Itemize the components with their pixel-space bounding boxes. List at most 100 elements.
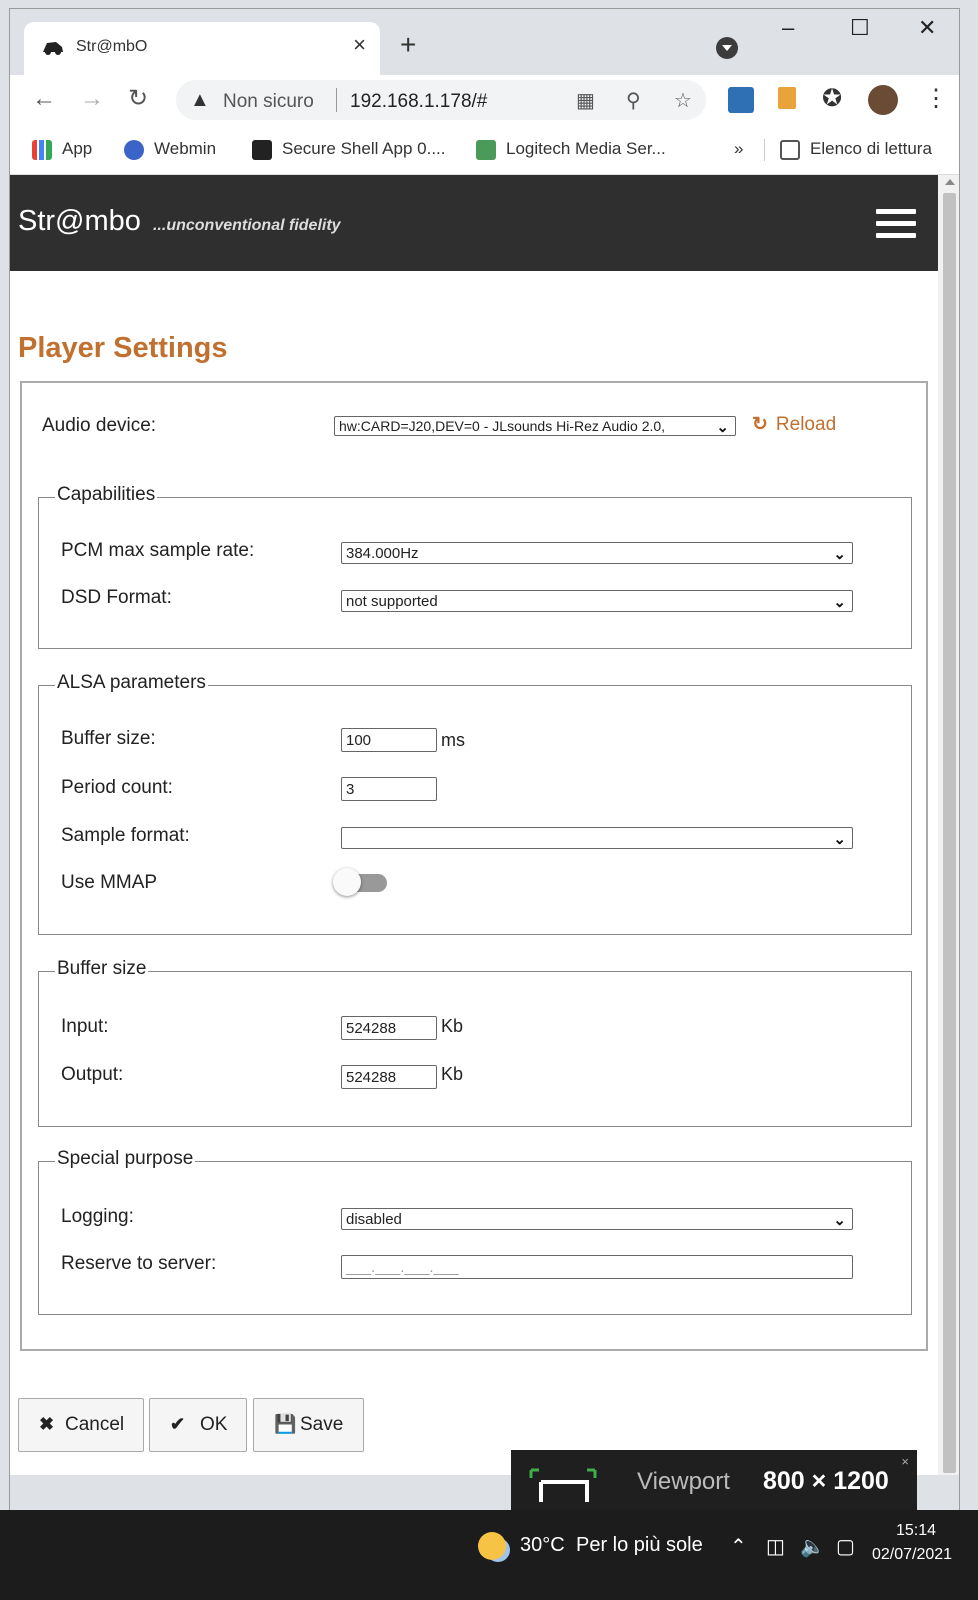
brand-tagline: ...unconventional fidelity	[152, 217, 341, 234]
bookmark-apps[interactable]: App	[32, 139, 92, 160]
chevron-down-icon: ⌄	[833, 594, 846, 611]
dsd-format-select[interactable]: not supported ⌄	[341, 590, 853, 612]
input-buffer-input[interactable]: 524288	[341, 1016, 437, 1040]
forward-icon[interactable]: →	[80, 87, 104, 111]
buffer-legend: Buffer size	[55, 958, 149, 980]
tab-search-icon[interactable]	[716, 37, 738, 59]
floppy-disk-icon: 💾	[274, 1414, 297, 1434]
more-bookmarks-button[interactable]: »	[734, 139, 743, 159]
audio-device-label: Audio device:	[42, 415, 157, 436]
capabilities-legend: Capabilities	[55, 484, 158, 506]
extension-icon[interactable]	[778, 87, 796, 109]
profile-avatar[interactable]	[868, 85, 898, 115]
viewport-size: 800 × 1200	[763, 1467, 889, 1495]
maximize-button[interactable]: ☐	[850, 17, 870, 39]
dsd-format-label: DSD Format:	[61, 587, 172, 608]
bookmark-label: Webmin	[154, 139, 217, 158]
bookmark-label: App	[62, 139, 93, 158]
save-button[interactable]: 💾 Save	[253, 1398, 364, 1452]
bookmark-secure-shell[interactable]: Secure Shell App 0....	[252, 139, 446, 160]
translate-icon[interactable]: ▦	[576, 88, 595, 113]
clock-date[interactable]: 02/07/2021	[872, 1546, 952, 1564]
bookmark-webmin[interactable]: Webmin	[124, 139, 216, 160]
pcm-rate-value: 384.000Hz	[346, 545, 419, 562]
reading-list-button[interactable]: Elenco di lettura	[780, 139, 932, 160]
back-icon[interactable]: ←	[32, 87, 56, 111]
reload-button[interactable]: ↻ Reload	[752, 413, 836, 436]
warning-icon: ▲	[190, 89, 210, 111]
chevron-down-icon: ⌄	[833, 1212, 846, 1229]
terminal-icon	[252, 139, 272, 160]
weather-description[interactable]: Per lo più sole	[576, 1534, 703, 1557]
mmap-label: Use MMAP	[61, 872, 158, 893]
tab-close-icon[interactable]: ×	[353, 34, 366, 56]
period-count-input[interactable]: 3	[341, 777, 437, 801]
weather-temperature[interactable]: 30°C	[520, 1534, 565, 1557]
alsa-buffer-unit: ms	[441, 730, 465, 750]
not-secure-label[interactable]: Non sicuro	[223, 91, 314, 113]
browser-tab[interactable]: Str@mbO ×	[24, 22, 380, 75]
toggle-knob	[333, 868, 361, 896]
close-window-button[interactable]: ✕	[918, 17, 936, 39]
pcm-rate-label: PCM max sample rate:	[61, 540, 255, 561]
audio-device-select[interactable]: hw:CARD=J20,DEV=0 - JLsounds Hi-Rez Audi…	[334, 416, 736, 436]
bookmark-logitech-media-server[interactable]: Logitech Media Ser...	[476, 139, 666, 160]
alsa-legend: ALSA parameters	[55, 672, 208, 694]
ok-label: OK	[200, 1414, 228, 1435]
site-brand[interactable]: Str@mbo ...unconventional fidelity	[18, 205, 341, 238]
alsa-buffer-input[interactable]: 100	[341, 728, 437, 752]
reserve-server-input[interactable]: ___.___.___.___	[341, 1255, 853, 1279]
reload-page-icon[interactable]: ↻	[128, 87, 148, 111]
dsd-format-value: not supported	[346, 593, 438, 610]
logging-value: disabled	[346, 1211, 402, 1228]
logging-label: Logging:	[61, 1206, 134, 1227]
menu-kebab-icon[interactable]: ⋮	[924, 87, 948, 111]
viewport-label: Viewport	[637, 1468, 730, 1495]
output-buffer-unit: Kb	[441, 1064, 464, 1084]
bookmarks-divider	[764, 139, 765, 161]
check-icon: ✔	[170, 1414, 186, 1434]
hamburger-menu-icon[interactable]	[876, 209, 916, 239]
scroll-up-icon[interactable]	[945, 179, 955, 185]
apps-grid-icon	[32, 139, 52, 160]
clock-time[interactable]: 15:14	[896, 1522, 936, 1540]
os-taskbar: 30°C Per lo più sole ⌃ ◫ 🔈 ▢ 15:14 02/07…	[0, 1510, 978, 1600]
volume-icon[interactable]: 🔈	[800, 1534, 825, 1559]
pcm-rate-select[interactable]: 384.000Hz ⌄	[341, 542, 853, 564]
close-icon: ✖	[39, 1414, 55, 1434]
zoom-icon[interactable]: ⚲	[626, 88, 641, 113]
tray-chevron-up-icon[interactable]: ⌃	[730, 1534, 747, 1559]
cancel-button[interactable]: ✖ Cancel	[18, 1398, 144, 1452]
bookmark-label: Logitech Media Ser...	[506, 139, 666, 158]
device-icon[interactable]: ◫	[766, 1534, 785, 1559]
omnibox-divider	[336, 88, 337, 112]
output-buffer-input[interactable]: 524288	[341, 1065, 437, 1089]
extensions-puzzle-icon[interactable]: ✪	[822, 87, 842, 111]
period-count-label: Period count:	[61, 777, 173, 798]
vertical-scrollbar[interactable]	[938, 175, 959, 1475]
site-header: Str@mbo ...unconventional fidelity	[10, 175, 938, 271]
reload-label: Reload	[775, 414, 837, 435]
logging-select[interactable]: disabled ⌄	[341, 1208, 853, 1230]
output-buffer-label: Output:	[61, 1064, 124, 1085]
minimize-button[interactable]: –	[782, 17, 794, 39]
ok-button[interactable]: ✔ OK	[149, 1398, 247, 1452]
viewport-size-overlay: Viewport 800 × 1200 ×	[511, 1450, 917, 1512]
alsa-buffer-label: Buffer size:	[61, 728, 156, 749]
cancel-label: Cancel	[65, 1414, 125, 1435]
bookmark-label: Secure Shell App 0....	[282, 139, 446, 158]
tab-title: Str@mbO	[76, 38, 148, 55]
bookmark-star-icon[interactable]: ☆	[674, 88, 692, 113]
sample-format-select[interactable]: ⌄	[341, 827, 853, 849]
input-buffer-unit: Kb	[441, 1016, 464, 1036]
overlay-close-icon[interactable]: ×	[901, 1454, 909, 1469]
address-bar[interactable]: ▲ Non sicuro 192.168.1.178/# ▦ ⚲ ☆	[176, 80, 706, 120]
new-tab-button[interactable]: +	[400, 31, 416, 59]
mmap-toggle[interactable]	[333, 868, 389, 896]
url-text[interactable]: 192.168.1.178/#	[350, 91, 487, 113]
browser-toolbar: ← → ↻ ▲ Non sicuro 192.168.1.178/# ▦ ⚲ ☆…	[10, 75, 959, 125]
scroll-thumb[interactable]	[943, 193, 956, 1473]
linkedin-extension-icon[interactable]	[728, 87, 754, 113]
weather-sun-icon[interactable]	[478, 1532, 506, 1560]
network-icon[interactable]: ▢	[836, 1534, 855, 1559]
